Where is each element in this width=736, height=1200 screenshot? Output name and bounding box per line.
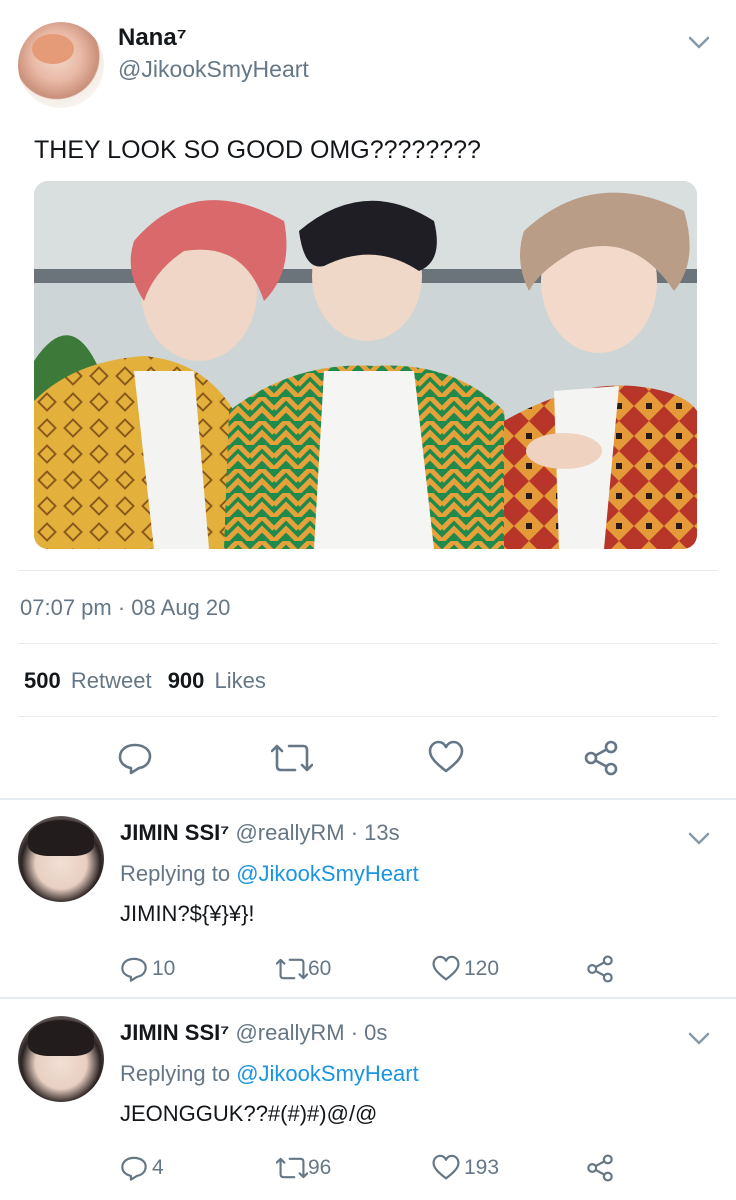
- retweet-count: 96: [308, 1156, 332, 1179]
- share-icon[interactable]: [586, 955, 614, 988]
- share-icon[interactable]: [583, 740, 619, 781]
- reply-text: JIMIN?${¥}¥}!: [120, 901, 255, 926]
- replying-to: Replying to @JikookSmyHeart: [120, 1061, 419, 1087]
- chevron-down-icon[interactable]: [684, 28, 714, 58]
- like-icon: [432, 1154, 460, 1180]
- replying-to: Replying to @JikookSmyHeart: [120, 861, 419, 887]
- tweet-timestamp[interactable]: 07:07 pm · 08 Aug 20: [20, 595, 230, 621]
- like-icon: [432, 955, 460, 981]
- share-icon[interactable]: [586, 1154, 614, 1187]
- like-button[interactable]: 193: [432, 1154, 499, 1181]
- replying-to-prefix: Replying to: [120, 1061, 231, 1086]
- chevron-down-icon[interactable]: [684, 1024, 714, 1054]
- reply-text: JEONGGUK??#(#)#)@/@: [120, 1101, 378, 1126]
- tweet-photo[interactable]: [34, 181, 697, 549]
- retweet-icon: [276, 1157, 308, 1179]
- reply-count: 10: [152, 957, 176, 980]
- like-button[interactable]: 120: [432, 955, 499, 982]
- like-count[interactable]: 900: [168, 668, 205, 693]
- retweet-icon[interactable]: [270, 740, 314, 781]
- reply-icon[interactable]: [117, 740, 153, 781]
- tweet-stats: 500 Retweet 900 Likes: [24, 668, 266, 694]
- retweet-button[interactable]: 60: [276, 955, 331, 983]
- author-handle[interactable]: @JikookSmyHeart: [118, 56, 309, 83]
- reply-author-handle[interactable]: @reallyRM: [235, 820, 344, 845]
- reply-author-name[interactable]: JIMIN SSI⁷: [120, 820, 229, 845]
- retweet-count: 60: [308, 957, 332, 980]
- reply-header: JIMIN SSI⁷ @reallyRM · 13s: [120, 820, 400, 846]
- retweet-icon: [276, 958, 308, 980]
- reply-time[interactable]: · 13s: [351, 820, 400, 845]
- reply-author-name[interactable]: JIMIN SSI⁷: [120, 1020, 229, 1045]
- like-label[interactable]: Likes: [215, 668, 266, 693]
- retweet-count[interactable]: 500: [24, 668, 61, 693]
- reply-count: 4: [152, 1156, 164, 1179]
- retweet-label[interactable]: Retweet: [71, 668, 152, 693]
- reply-button[interactable]: 10: [120, 955, 175, 983]
- like-count: 193: [464, 1155, 500, 1179]
- retweet-button[interactable]: 96: [276, 1154, 331, 1182]
- like-icon[interactable]: [428, 740, 464, 779]
- reply-button[interactable]: 4: [120, 1154, 164, 1182]
- reply-avatar[interactable]: [18, 1016, 104, 1102]
- author-name[interactable]: Nana⁷: [118, 24, 187, 52]
- replying-to-prefix: Replying to: [120, 861, 231, 886]
- replying-to-handle[interactable]: @JikookSmyHeart: [236, 861, 419, 886]
- reply-author-handle[interactable]: @reallyRM: [235, 1020, 344, 1045]
- author-avatar[interactable]: [18, 22, 104, 108]
- replying-to-handle[interactable]: @JikookSmyHeart: [236, 1061, 419, 1086]
- reply-icon: [121, 957, 147, 982]
- like-count: 120: [464, 956, 500, 980]
- chevron-down-icon[interactable]: [684, 824, 714, 854]
- reply-header: JIMIN SSI⁷ @reallyRM · 0s: [120, 1020, 387, 1046]
- tweet-text: THEY LOOK SO GOOD OMG????????: [34, 136, 481, 164]
- reply-icon: [121, 1156, 147, 1181]
- reply-time[interactable]: · 0s: [351, 1020, 388, 1045]
- reply-avatar[interactable]: [18, 816, 104, 902]
